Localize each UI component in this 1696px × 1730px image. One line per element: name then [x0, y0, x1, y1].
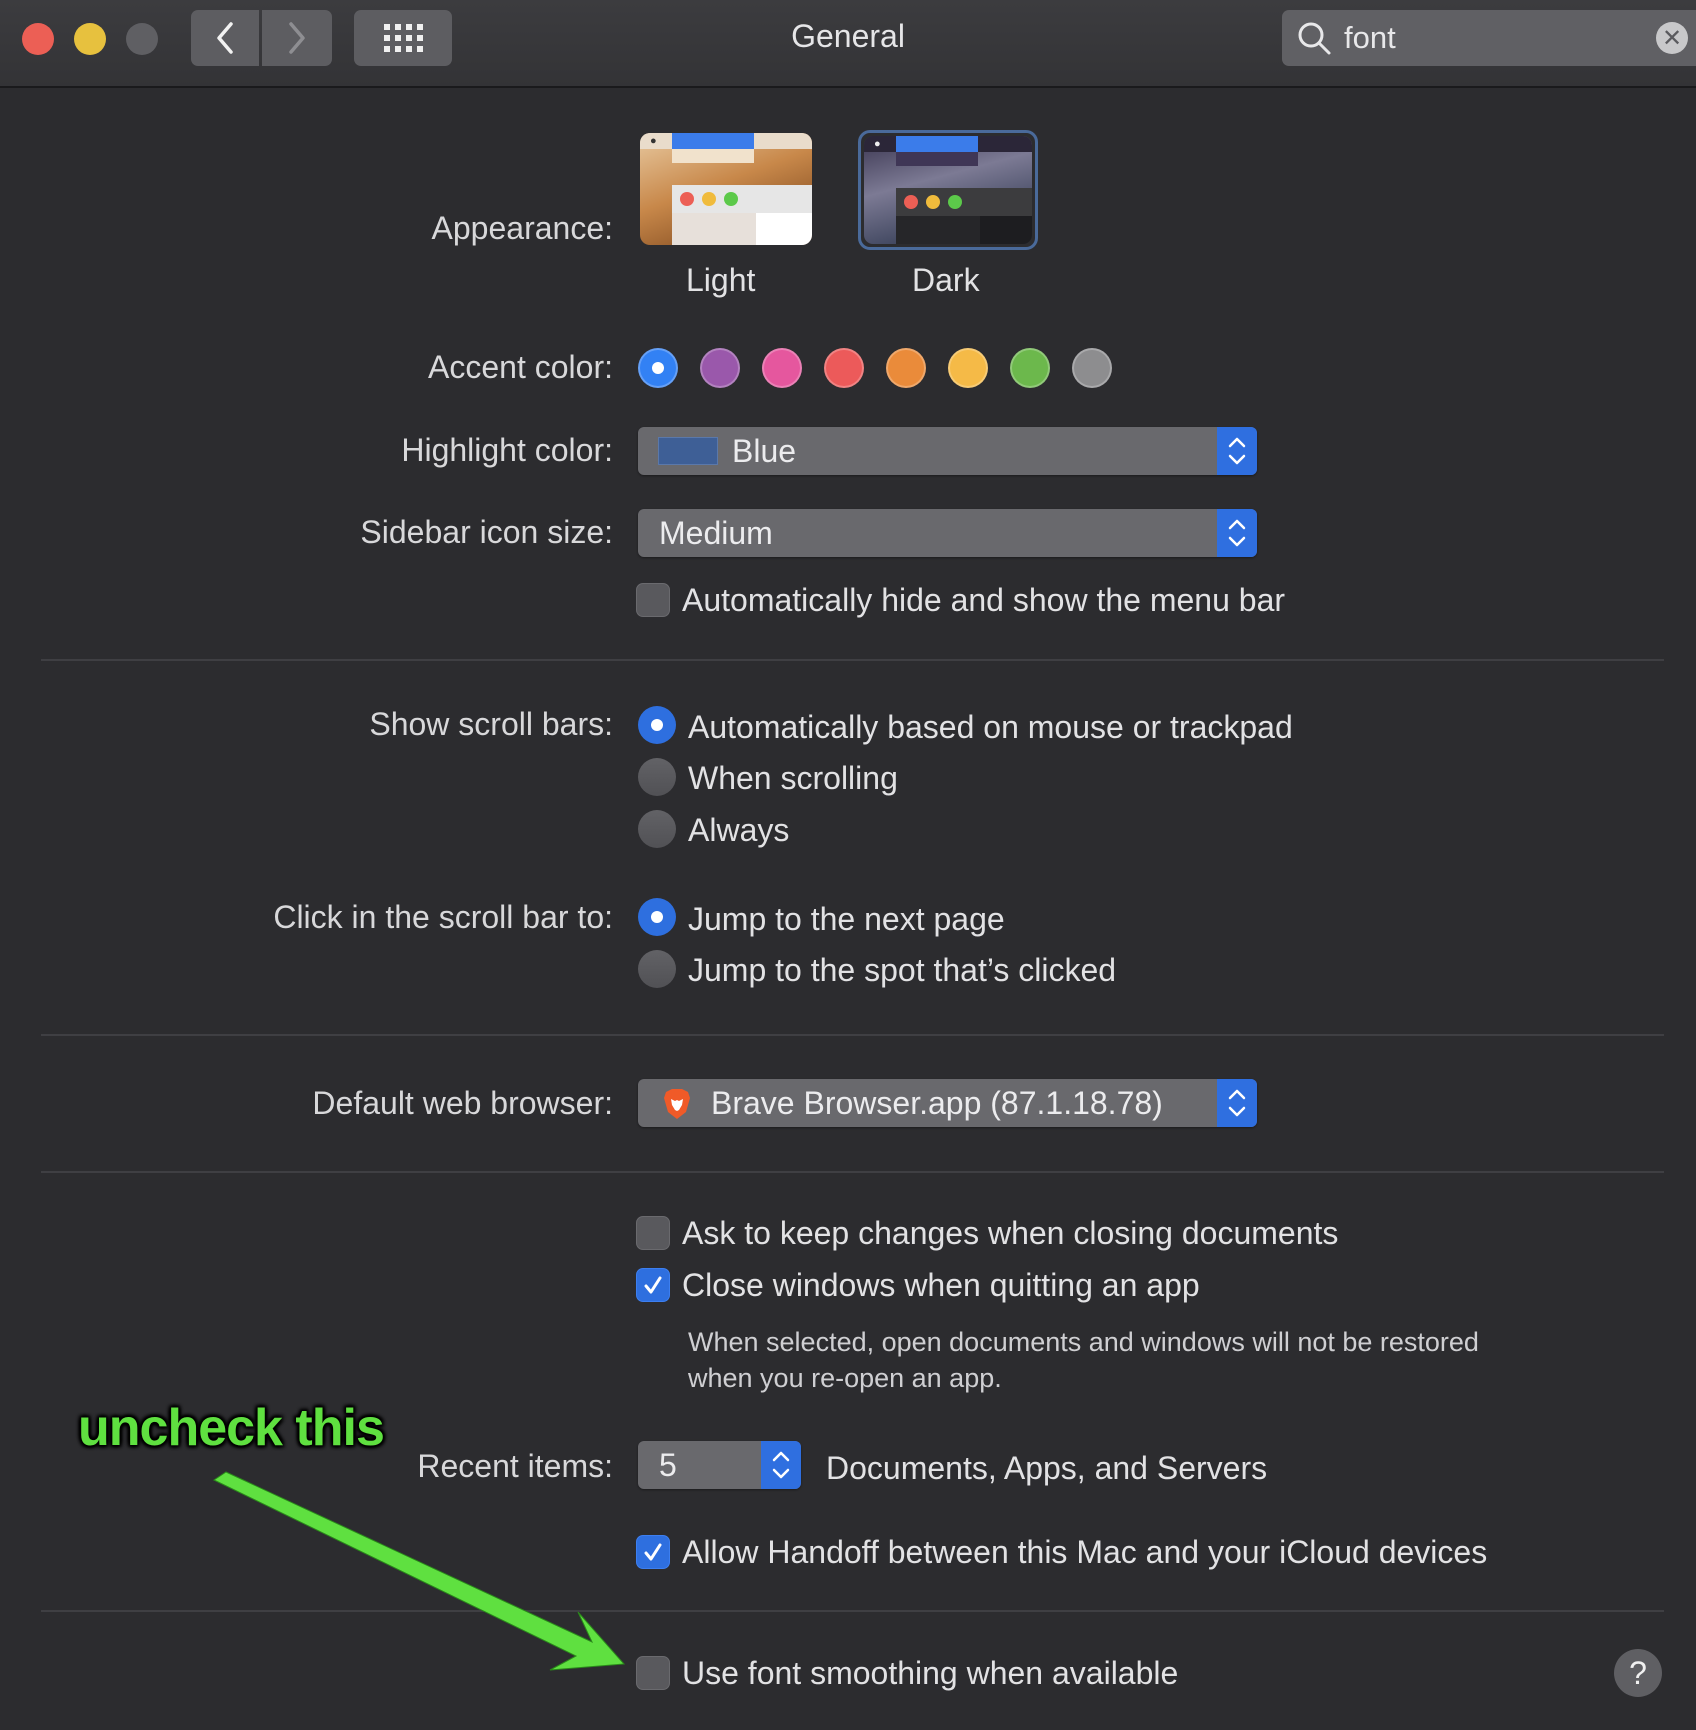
section-divider	[41, 1034, 1664, 1036]
recent-items-suffix: Documents, Apps, and Servers	[826, 1450, 1268, 1486]
checkmark-icon	[644, 1276, 662, 1294]
section-divider	[41, 1610, 1664, 1612]
appearance-light-label: Light	[686, 262, 756, 298]
default-browser-popup[interactable]: Brave Browser.app (87.1.18.78)	[638, 1079, 1257, 1127]
back-button[interactable]	[191, 10, 259, 66]
show-all-button[interactable]	[354, 10, 452, 66]
default-browser-value: Brave Browser.app (87.1.18.78)	[711, 1085, 1163, 1121]
accent-color-orange[interactable]	[886, 348, 926, 388]
appearance-dark-option[interactable]: ●	[858, 130, 1038, 250]
sidebar-icon-size-label: Sidebar icon size:	[360, 514, 613, 550]
highlight-color-popup[interactable]: Blue	[638, 427, 1257, 475]
chevron-left-icon	[217, 22, 233, 54]
ask-keep-changes-label: Ask to keep changes when closing documen…	[682, 1215, 1339, 1251]
search-input[interactable]	[1342, 19, 1636, 57]
ask-keep-changes-checkbox[interactable]	[636, 1216, 670, 1250]
accent-color-purple[interactable]	[700, 348, 740, 388]
default-browser-label: Default web browser:	[312, 1085, 613, 1121]
apple-logo-icon: ●	[650, 135, 657, 147]
allow-handoff-checkbox[interactable]	[636, 1535, 670, 1569]
close-windows-hint-line1: When selected, open documents and window…	[688, 1327, 1479, 1357]
zoom-window-button[interactable]	[126, 23, 158, 55]
accent-color-blue[interactable]	[638, 348, 678, 388]
appearance-dark-label: Dark	[912, 262, 980, 298]
title-bar: General ✕	[0, 0, 1696, 88]
click-scroll-bar-label: Click in the scroll bar to:	[273, 899, 613, 935]
highlight-color-value: Blue	[732, 433, 797, 469]
recent-items-label: Recent items:	[417, 1448, 613, 1484]
section-divider	[41, 1171, 1664, 1173]
annotation-text: uncheck this	[78, 1399, 385, 1457]
accent-color-red[interactable]	[824, 348, 864, 388]
recent-items-popup[interactable]: 5	[638, 1441, 801, 1489]
jump-to-spot-label: Jump to the spot that’s clicked	[688, 952, 1117, 988]
brave-lion-icon	[664, 1089, 690, 1119]
jump-next-page-radio[interactable]	[638, 898, 676, 936]
font-smoothing-checkbox[interactable]	[636, 1656, 670, 1690]
scroll-bars-auto-label: Automatically based on mouse or trackpad	[688, 709, 1293, 745]
accent-color-graphite[interactable]	[1072, 348, 1112, 388]
question-mark-icon: ?	[1629, 1654, 1647, 1691]
scroll-bars-auto-radio[interactable]	[638, 706, 676, 744]
close-window-button[interactable]	[22, 23, 54, 55]
scroll-bars-always-label: Always	[688, 812, 790, 848]
highlight-color-label: Highlight color:	[401, 432, 613, 468]
minimize-window-button[interactable]	[74, 23, 106, 55]
font-smoothing-label: Use font smoothing when available	[682, 1655, 1179, 1691]
highlight-swatch	[658, 437, 718, 465]
accent-color-green[interactable]	[1010, 348, 1050, 388]
allow-handoff-label: Allow Handoff between this Mac and your …	[682, 1534, 1488, 1570]
popup-chevrons-icon	[1217, 427, 1257, 475]
clear-icon[interactable]: ✕	[1656, 22, 1688, 54]
apple-logo-icon: ●	[874, 138, 881, 150]
chevron-right-icon	[289, 22, 305, 54]
show-scroll-bars-label: Show scroll bars:	[369, 706, 613, 742]
close-windows-hint-line2: when you re-open an app.	[688, 1363, 1002, 1393]
close-windows-checkbox[interactable]	[636, 1268, 670, 1302]
accent-color-pink[interactable]	[762, 348, 802, 388]
show-all-grid-icon	[383, 24, 423, 52]
auto-hide-menu-bar-checkbox[interactable]	[636, 583, 670, 617]
scroll-bars-when-scrolling-label: When scrolling	[688, 760, 898, 796]
search-field[interactable]: ✕	[1282, 10, 1696, 66]
search-icon	[1298, 22, 1331, 55]
close-windows-label: Close windows when quitting an app	[682, 1267, 1200, 1303]
checkmark-icon	[644, 1543, 662, 1561]
scroll-bars-always-radio[interactable]	[638, 810, 676, 848]
scroll-bars-when-scrolling-radio[interactable]	[638, 758, 676, 796]
recent-items-value: 5	[659, 1447, 677, 1483]
help-button[interactable]: ?	[1614, 1649, 1662, 1697]
popup-chevrons-icon	[1217, 509, 1257, 557]
accent-color-label: Accent color:	[428, 349, 613, 385]
appearance-light-option[interactable]: ●	[640, 133, 812, 245]
auto-hide-menu-bar-label: Automatically hide and show the menu bar	[682, 582, 1286, 618]
sidebar-icon-size-popup[interactable]: Medium	[638, 509, 1257, 557]
jump-next-page-label: Jump to the next page	[688, 901, 1005, 937]
forward-button[interactable]	[262, 10, 332, 66]
popup-chevrons-icon	[761, 1441, 801, 1489]
appearance-label: Appearance:	[431, 210, 613, 246]
sidebar-icon-size-value: Medium	[659, 515, 773, 551]
jump-to-spot-radio[interactable]	[638, 950, 676, 988]
popup-chevrons-icon	[1217, 1079, 1257, 1127]
accent-color-yellow[interactable]	[948, 348, 988, 388]
section-divider	[41, 659, 1664, 661]
